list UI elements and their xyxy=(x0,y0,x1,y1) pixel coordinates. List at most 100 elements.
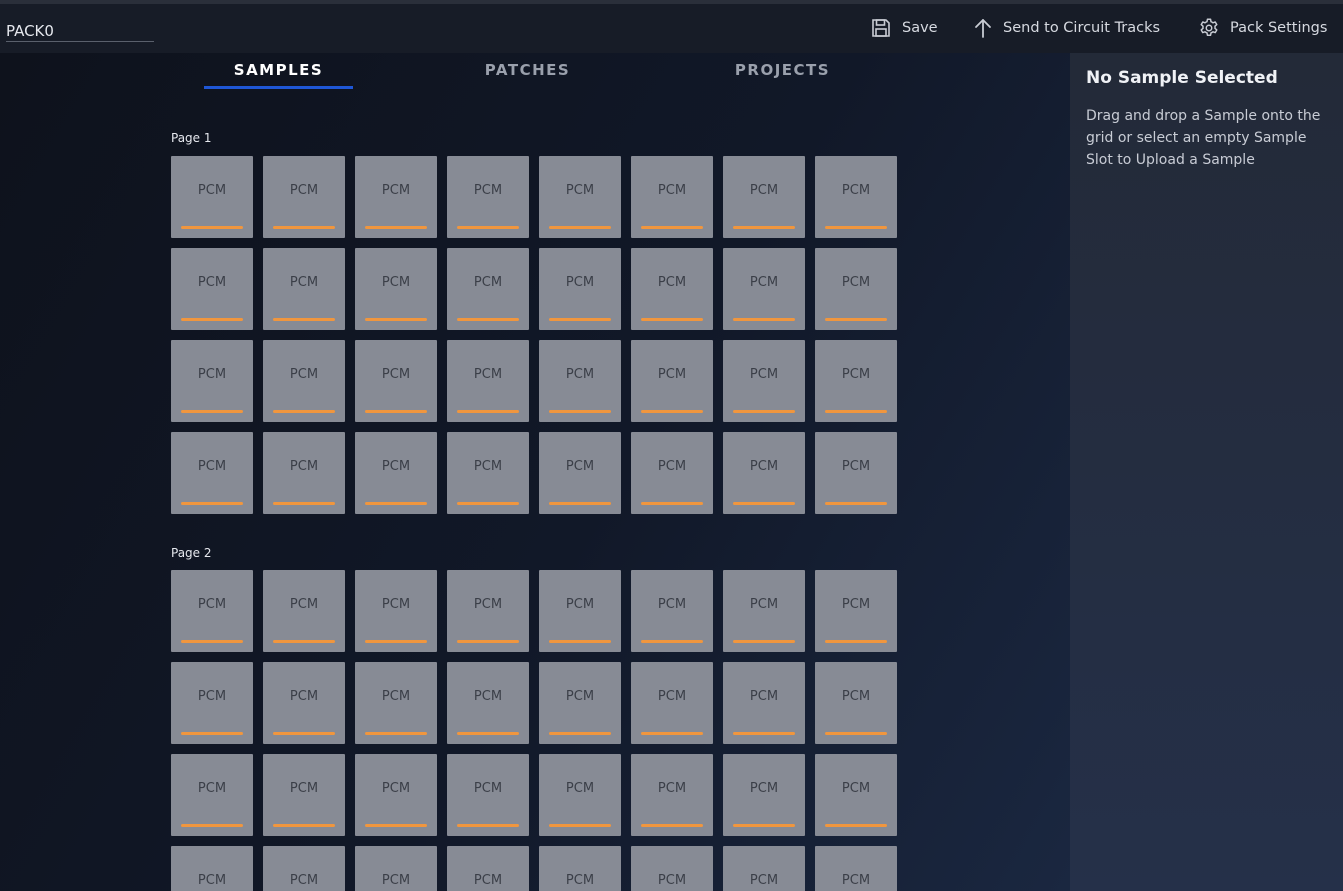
sample-slot-label: PCM xyxy=(657,183,687,198)
sample-slot[interactable]: PCM xyxy=(263,570,345,652)
sample-slot[interactable]: PCM xyxy=(355,340,437,422)
sample-slot[interactable]: PCM xyxy=(815,846,897,891)
sample-slot[interactable]: PCM xyxy=(171,432,253,514)
sample-slot[interactable]: PCM xyxy=(539,156,621,238)
sample-slot[interactable]: PCM xyxy=(539,248,621,330)
sample-slot[interactable]: PCM xyxy=(355,432,437,514)
sample-slot-indicator-bar xyxy=(365,502,427,505)
sample-slot[interactable]: PCM xyxy=(723,570,805,652)
sample-slot[interactable]: PCM xyxy=(815,432,897,514)
sample-slot-indicator-bar xyxy=(181,824,243,827)
gear-icon xyxy=(1200,18,1218,36)
sample-slot-label: PCM xyxy=(565,873,595,888)
sample-slot[interactable]: PCM xyxy=(631,662,713,744)
sample-slot[interactable]: PCM xyxy=(815,662,897,744)
sample-slot[interactable]: PCM xyxy=(723,432,805,514)
sample-slot-indicator-bar xyxy=(457,732,519,735)
sample-slot[interactable]: PCM xyxy=(631,754,713,836)
send-to-circuit-tracks-button[interactable]: Send to Circuit Tracks xyxy=(973,16,1160,40)
sample-slot[interactable]: PCM xyxy=(723,662,805,744)
sample-slot[interactable]: PCM xyxy=(447,570,529,652)
sample-slot[interactable]: PCM xyxy=(631,340,713,422)
sample-slot-label: PCM xyxy=(841,275,871,290)
sample-slot[interactable]: PCM xyxy=(815,570,897,652)
sample-slot[interactable]: PCM xyxy=(539,570,621,652)
tab-projects[interactable]: PROJECTS xyxy=(708,61,857,89)
sample-slot[interactable]: PCM xyxy=(447,340,529,422)
sample-slot[interactable]: PCM xyxy=(539,662,621,744)
sample-slot[interactable]: PCM xyxy=(447,846,529,891)
sample-slot[interactable]: PCM xyxy=(539,846,621,891)
sample-slot[interactable]: PCM xyxy=(723,248,805,330)
sample-slot[interactable]: PCM xyxy=(631,156,713,238)
sample-slot-label: PCM xyxy=(381,781,411,796)
sample-slot[interactable]: PCM xyxy=(723,156,805,238)
sample-grid-page-2: PCM PCM PCM PCM PCM PCM PCM PCM PCM PCM PCM PCM PCM P… xyxy=(171,570,897,891)
sample-slot[interactable]: PCM xyxy=(263,754,345,836)
sample-slot[interactable]: PCM xyxy=(263,248,345,330)
sample-slot[interactable]: PCM xyxy=(815,248,897,330)
sample-slot[interactable]: PCM xyxy=(171,156,253,238)
sample-slot[interactable]: PCM xyxy=(815,340,897,422)
sample-slot[interactable]: PCM xyxy=(171,846,253,891)
sample-slot-indicator-bar xyxy=(457,410,519,413)
tab-patches[interactable]: PATCHES xyxy=(453,61,602,89)
save-button[interactable]: Save xyxy=(870,16,938,40)
sample-slot[interactable]: PCM xyxy=(171,754,253,836)
sample-slot[interactable]: PCM xyxy=(539,432,621,514)
sample-slot-indicator-bar xyxy=(273,824,335,827)
pack-settings-button[interactable]: Pack Settings xyxy=(1198,16,1327,40)
sample-slot-indicator-bar xyxy=(733,640,795,643)
sample-slot[interactable]: PCM xyxy=(539,754,621,836)
sample-slot[interactable]: PCM xyxy=(539,340,621,422)
sample-slot[interactable]: PCM xyxy=(723,340,805,422)
pack-name-input[interactable] xyxy=(6,20,154,42)
sample-slot-label: PCM xyxy=(841,459,871,474)
sample-slot-label: PCM xyxy=(289,275,319,290)
sample-slot-label: PCM xyxy=(749,781,779,796)
sample-slot-label: PCM xyxy=(197,597,227,612)
sample-slot-label: PCM xyxy=(289,459,319,474)
sample-slot[interactable]: PCM xyxy=(263,662,345,744)
sample-slot[interactable]: PCM xyxy=(447,662,529,744)
sample-slot-indicator-bar xyxy=(457,640,519,643)
sample-slot[interactable]: PCM xyxy=(355,754,437,836)
sample-slot[interactable]: PCM xyxy=(447,248,529,330)
sample-slot[interactable]: PCM xyxy=(171,248,253,330)
sample-slot-label: PCM xyxy=(657,367,687,382)
sample-slot[interactable]: PCM xyxy=(631,432,713,514)
sample-slot[interactable]: PCM xyxy=(631,570,713,652)
sample-slot[interactable]: PCM xyxy=(631,248,713,330)
sample-slot-indicator-bar xyxy=(825,502,887,505)
sample-slot[interactable]: PCM xyxy=(355,248,437,330)
sample-slot-indicator-bar xyxy=(733,410,795,413)
sample-slot[interactable]: PCM xyxy=(171,570,253,652)
sample-slot-label: PCM xyxy=(657,597,687,612)
sample-slot[interactable]: PCM xyxy=(263,846,345,891)
sample-slot[interactable]: PCM xyxy=(355,156,437,238)
sample-slot-label: PCM xyxy=(289,367,319,382)
sample-slot[interactable]: PCM xyxy=(631,846,713,891)
upload-arrow-icon xyxy=(975,19,991,38)
sample-slot[interactable]: PCM xyxy=(815,156,897,238)
sample-slot[interactable]: PCM xyxy=(355,662,437,744)
sample-slot[interactable]: PCM xyxy=(723,754,805,836)
sample-slot[interactable]: PCM xyxy=(447,432,529,514)
sample-slot[interactable]: PCM xyxy=(171,340,253,422)
sample-slot[interactable]: PCM xyxy=(263,340,345,422)
sample-slot[interactable]: PCM xyxy=(263,432,345,514)
sample-slot[interactable]: PCM xyxy=(263,156,345,238)
sample-slot-indicator-bar xyxy=(365,640,427,643)
sample-slot-label: PCM xyxy=(657,459,687,474)
sample-slot[interactable]: PCM xyxy=(171,662,253,744)
sample-slot[interactable]: PCM xyxy=(723,846,805,891)
sample-slot-label: PCM xyxy=(749,275,779,290)
sample-slot[interactable]: PCM xyxy=(447,754,529,836)
sample-slot-label: PCM xyxy=(657,689,687,704)
tab-samples[interactable]: SAMPLES xyxy=(204,61,353,89)
sample-slot[interactable]: PCM xyxy=(815,754,897,836)
sample-slot[interactable]: PCM xyxy=(355,846,437,891)
sample-slot[interactable]: PCM xyxy=(447,156,529,238)
sample-slot-label: PCM xyxy=(473,597,503,612)
sample-slot[interactable]: PCM xyxy=(355,570,437,652)
